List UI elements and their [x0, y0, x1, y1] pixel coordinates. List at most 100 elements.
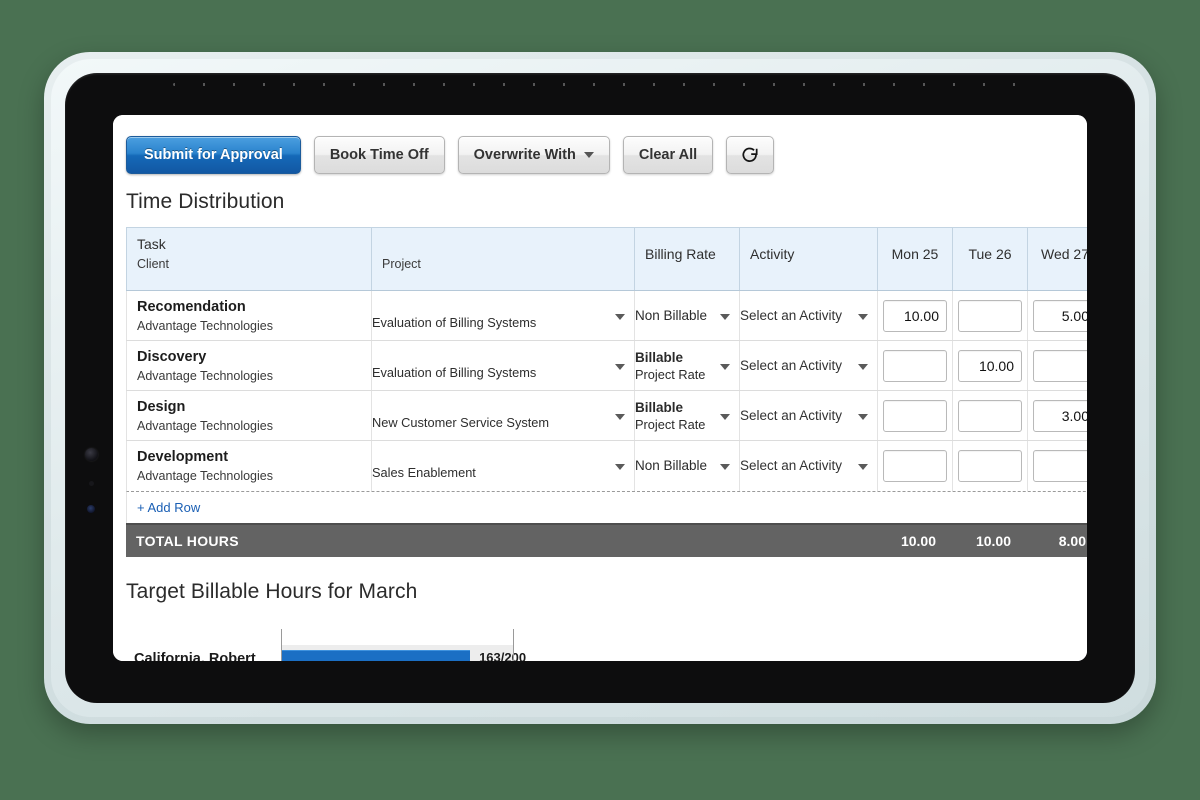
client-name: Advantage Technologies	[137, 319, 361, 333]
column-header-billing-rate[interactable]: Billing Rate	[635, 228, 740, 291]
add-row-button[interactable]: + Add Row	[127, 500, 200, 515]
ambient-sensor-icon	[89, 481, 94, 486]
task-name: Discovery	[137, 348, 361, 366]
column-header-task[interactable]: Task Client	[127, 228, 372, 291]
chevron-down-icon[interactable]	[615, 414, 625, 420]
chevron-down-icon[interactable]	[720, 414, 730, 420]
column-header-client-label: Client	[137, 257, 361, 271]
hours-cell-day3	[1028, 441, 1088, 491]
hours-cell-day3	[1028, 341, 1088, 391]
toolbar: Submit for Approval Book Time Off Overwr…	[113, 115, 1087, 174]
column-header-day-tue26[interactable]: Tue 26	[953, 228, 1028, 291]
hours-input-day2[interactable]	[958, 450, 1022, 482]
hours-input-day3[interactable]	[1033, 350, 1087, 382]
client-name: Advantage Technologies	[137, 469, 361, 483]
hours-cell-day3	[1028, 291, 1088, 341]
activity-cell[interactable]: Select an Activity	[740, 341, 878, 391]
total-hours-day3: 8.00	[1027, 533, 1087, 549]
project-name: New Customer Service System	[372, 401, 634, 430]
timesheet-app: Submit for Approval Book Time Off Overwr…	[113, 115, 1087, 661]
overwrite-with-label: Overwrite With	[474, 147, 576, 163]
activity-cell[interactable]: Select an Activity	[740, 441, 878, 491]
chart-bar-value-label: 163/200	[479, 650, 526, 662]
tablet-device-frame: Submit for Approval Book Time Off Overwr…	[44, 52, 1156, 724]
project-cell[interactable]: Evaluation of Billing Systems	[372, 291, 635, 341]
table-row: Discovery Advantage Technologies Evaluat…	[127, 341, 1088, 391]
speaker-grille	[173, 83, 1033, 86]
hours-input-day3[interactable]	[1033, 400, 1087, 432]
chevron-down-icon[interactable]	[615, 464, 625, 470]
hours-input-day1[interactable]	[883, 450, 947, 482]
task-cell[interactable]: Recomendation Advantage Technologies	[127, 291, 372, 341]
activity-cell[interactable]: Select an Activity	[740, 291, 878, 341]
status-led-icon	[87, 505, 95, 513]
time-distribution-title: Time Distribution	[113, 174, 1087, 227]
chevron-down-icon[interactable]	[720, 364, 730, 370]
hours-input-day1[interactable]	[883, 400, 947, 432]
total-hours-label: TOTAL HOURS	[126, 533, 877, 549]
task-name: Recomendation	[137, 298, 361, 316]
task-cell[interactable]: Development Advantage Technologies	[127, 441, 372, 491]
table-body: Recomendation Advantage Technologies Eva…	[127, 291, 1088, 491]
column-header-project[interactable]: Project	[372, 228, 635, 291]
hours-input-day2[interactable]	[958, 350, 1022, 382]
activity-cell[interactable]: Select an Activity	[740, 391, 878, 441]
refresh-button[interactable]	[726, 136, 774, 174]
hours-input-day1[interactable]	[883, 300, 947, 332]
hours-input-day3[interactable]	[1033, 300, 1087, 332]
clear-all-button[interactable]: Clear All	[623, 136, 713, 174]
column-header-day2-label: Tue 26	[963, 228, 1017, 281]
project-cell[interactable]: New Customer Service System	[372, 391, 635, 441]
chevron-down-icon	[584, 152, 594, 158]
billing-rate-value: Billable	[635, 400, 739, 415]
chart-bar-fill	[281, 650, 470, 662]
chevron-down-icon[interactable]	[720, 464, 730, 470]
column-header-day-mon25[interactable]: Mon 25	[878, 228, 953, 291]
billing-rate-cell[interactable]: Non Billable	[635, 291, 740, 341]
task-name: Development	[137, 448, 361, 466]
billing-rate-cell[interactable]: Non Billable	[635, 441, 740, 491]
project-name: Evaluation of Billing Systems	[372, 301, 634, 330]
clear-all-label: Clear All	[639, 147, 697, 163]
chevron-down-icon[interactable]	[858, 414, 868, 420]
total-hours-day1: 10.00	[877, 533, 952, 549]
table-row: Recomendation Advantage Technologies Eva…	[127, 291, 1088, 341]
hours-cell-day2	[953, 441, 1028, 491]
task-name: Design	[137, 398, 361, 416]
chevron-down-icon[interactable]	[858, 314, 868, 320]
table-row: Design Advantage Technologies New Custom…	[127, 391, 1088, 441]
chevron-down-icon[interactable]	[720, 314, 730, 320]
hours-cell-day2	[953, 341, 1028, 391]
chevron-down-icon[interactable]	[615, 364, 625, 370]
hours-input-day1[interactable]	[883, 350, 947, 382]
billing-rate-cell[interactable]: Billable Project Rate	[635, 391, 740, 441]
column-header-activity[interactable]: Activity	[740, 228, 878, 291]
project-name: Evaluation of Billing Systems	[372, 351, 634, 380]
hours-cell-day3	[1028, 391, 1088, 441]
overwrite-with-dropdown-button[interactable]: Overwrite With	[458, 136, 610, 174]
chevron-down-icon[interactable]	[858, 464, 868, 470]
hours-input-day2[interactable]	[958, 300, 1022, 332]
chart-plot: 163/200 0%25%50%75%100%125%	[281, 629, 571, 662]
chevron-down-icon[interactable]	[858, 364, 868, 370]
hours-input-day3[interactable]	[1033, 450, 1087, 482]
book-time-off-button[interactable]: Book Time Off	[314, 136, 445, 174]
hours-cell-day1	[878, 391, 953, 441]
chevron-down-icon[interactable]	[615, 314, 625, 320]
task-cell[interactable]: Discovery Advantage Technologies	[127, 341, 372, 391]
column-header-activity-label: Activity	[750, 246, 867, 262]
task-cell[interactable]: Design Advantage Technologies	[127, 391, 372, 441]
submit-for-approval-button[interactable]: Submit for Approval	[126, 136, 301, 174]
column-header-day-wed27[interactable]: Wed 27	[1028, 228, 1088, 291]
hours-cell-day1	[878, 441, 953, 491]
project-cell[interactable]: Sales Enablement	[372, 441, 635, 491]
device-screen: Submit for Approval Book Time Off Overwr…	[113, 115, 1087, 661]
project-cell[interactable]: Evaluation of Billing Systems	[372, 341, 635, 391]
total-hours-bar: TOTAL HOURS 10.00 10.00 8.00	[126, 523, 1087, 557]
chart-title: Target Billable Hours for March	[113, 564, 1087, 617]
table-header-row: Task Client Project Billing Rate	[127, 228, 1088, 291]
time-distribution-table-wrapper: Task Client Project Billing Rate	[126, 227, 1087, 491]
billing-rate-cell[interactable]: Billable Project Rate	[635, 341, 740, 391]
hours-input-day2[interactable]	[958, 400, 1022, 432]
billing-rate-value: Billable	[635, 350, 739, 365]
